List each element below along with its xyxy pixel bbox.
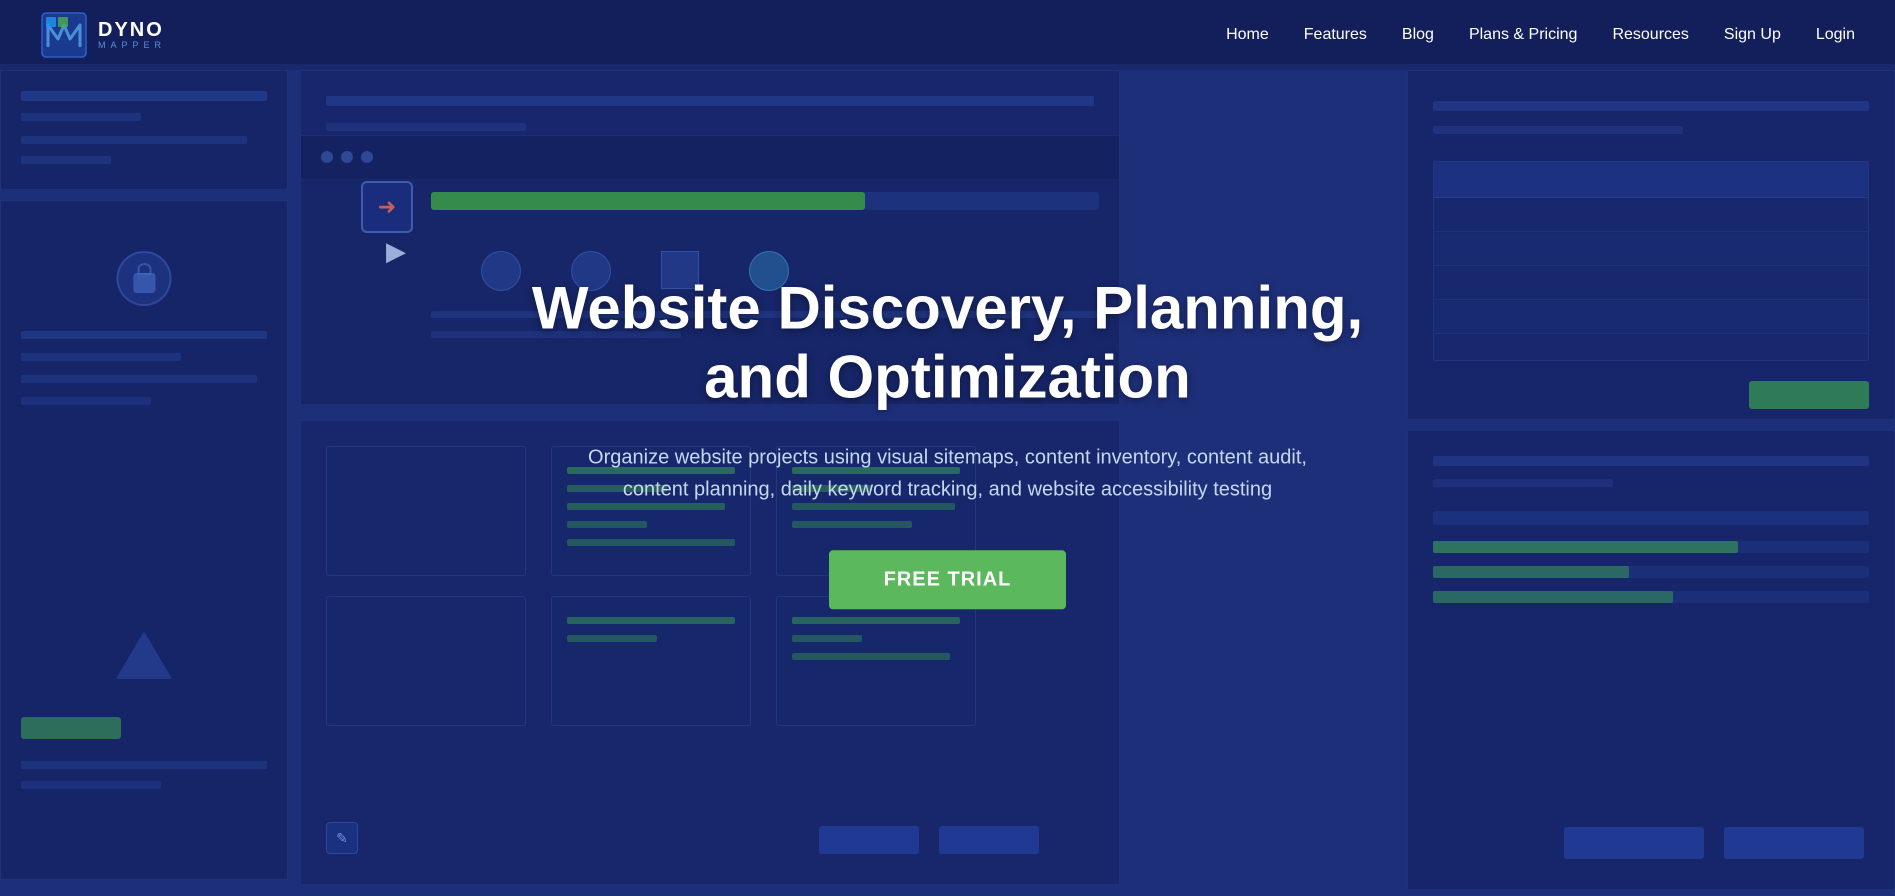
nav-signup[interactable]: Sign Up <box>1724 26 1781 44</box>
wf-left-top <box>0 70 288 190</box>
nav-blog[interactable]: Blog <box>1402 26 1434 44</box>
nav-home[interactable]: Home <box>1226 26 1269 44</box>
nav-login[interactable]: Login <box>1816 26 1855 44</box>
hero-content: Website Discovery, Planning, and Optimiz… <box>498 273 1398 609</box>
wf-right-top <box>1407 70 1895 420</box>
brand-name: DYNO MAPPER <box>98 19 166 51</box>
logo-area[interactable]: DYNO MAPPER <box>40 11 166 59</box>
free-trial-button[interactable]: FREE TRIAL <box>829 550 1067 609</box>
navbar: DYNO MAPPER Home Features Blog Plans & P… <box>0 0 1895 70</box>
hero-subtitle: Organize website projects using visual s… <box>558 441 1338 505</box>
nav-plans[interactable]: Plans & Pricing <box>1469 26 1578 44</box>
nav-features[interactable]: Features <box>1304 26 1367 44</box>
wf-left-main <box>0 200 288 880</box>
logo-icon <box>40 11 88 59</box>
hero-title: Website Discovery, Planning, and Optimiz… <box>498 273 1398 411</box>
nav-links: Home Features Blog Plans & Pricing Resou… <box>1226 26 1855 44</box>
wf-right-bottom <box>1407 430 1895 890</box>
nav-resources[interactable]: Resources <box>1612 26 1688 44</box>
